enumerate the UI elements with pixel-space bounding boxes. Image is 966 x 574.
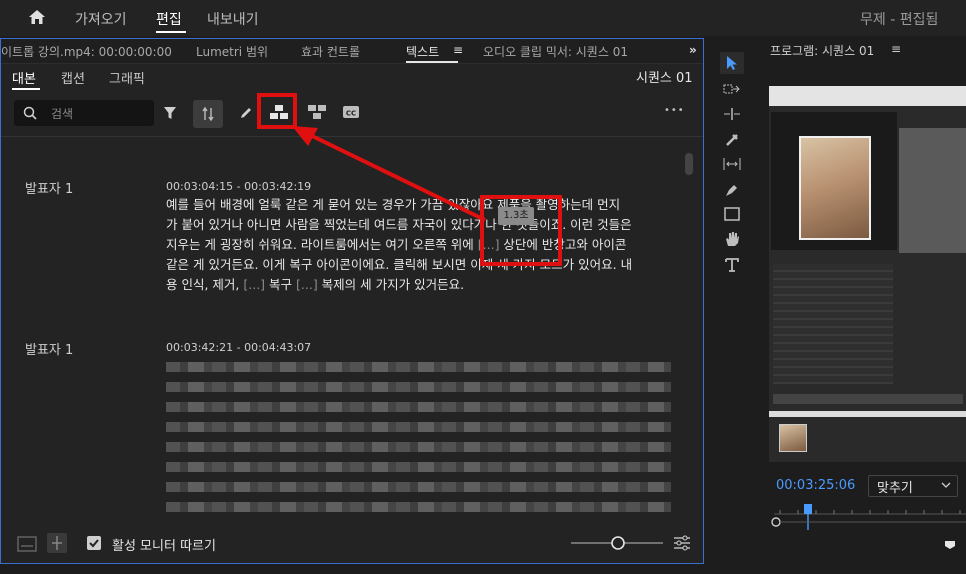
subtab-captions[interactable]: 캡션 [61,68,85,87]
transcript-line: 지우는 게 굉장히 쉬워요. 라이트룸에서는 여기 오른쪽 위에 [...] 상… [166,237,627,252]
hand-icon[interactable] [724,231,740,247]
program-monitor: 프로그램: 시퀀스 01 ≡ 00:03:25:06 맞추기 [764,38,966,564]
rectangle-icon[interactable] [724,207,740,221]
sequence-name: 시퀀스 01 [636,71,693,86]
panel-footer: 활성 모니터 따르기 [1,525,703,563]
tab-source[interactable]: 이트롭 강의.mp4: 00:00:00:00 [1,43,172,60]
subtab-graphics[interactable]: 그래픽 [109,68,145,87]
pause-marker[interactable]: [...] [243,277,265,292]
active-tab-indicator [406,61,458,63]
type-tool-icon[interactable] [724,257,740,273]
filter-icon[interactable] [163,106,177,120]
search-input[interactable]: 검색 [14,100,154,126]
track-select-icon[interactable] [723,83,741,95]
pen-icon[interactable] [724,182,740,198]
top-menu-bar: 가져오기 편집 내보내기 무제 - 편집됨 [0,0,966,36]
transcript-line: 같은 게 있거든요. 이게 복구 아이콘이에요. 클릭해 보시면 이제 세 가지… [166,257,633,272]
panel-tab-row: 이트롭 강의.mp4: 00:00:00:00 Lumetri 범위 효과 컨트… [1,39,703,64]
subtab-transcript[interactable]: 대본 [12,68,36,87]
video-window-titlebar [769,86,966,106]
svg-text:CC: CC [346,110,356,118]
vertical-scrollbar[interactable] [685,153,693,175]
speaker-label[interactable]: 발표자 1 [25,339,73,358]
razor-icon[interactable] [724,132,740,148]
more-options-icon[interactable]: ••• [664,105,685,116]
text-panel: 이트롭 강의.mp4: 00:00:00:00 Lumetri 범위 효과 컨트… [0,38,704,564]
search-placeholder: 검색 [51,107,74,121]
chevron-down-icon [941,482,951,488]
program-monitor-title: 프로그램: 시퀀스 01 [770,44,875,58]
tab-audio-mixer[interactable]: 오디오 클립 믹서: 시퀀스 01 [483,43,628,60]
project-title: 무제 - 편집됨 [860,12,939,28]
active-subtab-indicator [12,88,40,90]
tab-text[interactable]: 텍스트 [406,43,439,60]
search-icon [23,106,37,120]
nav-import[interactable]: 가져오기 [75,9,127,29]
sync-scroll-icon [202,107,214,121]
tab-effect-controls[interactable]: 효과 컨트롤 [301,43,360,60]
active-nav-indicator [156,31,186,33]
caption-track-icon[interactable] [17,535,37,553]
create-captions-icon[interactable]: CC [342,105,360,119]
transcript-options-icon[interactable] [47,533,67,553]
ripple-edit-icon[interactable] [723,107,741,121]
program-video-frame[interactable] [769,86,966,462]
video-content [769,106,966,462]
follow-monitor-checkbox[interactable] [87,536,101,550]
speaker-label[interactable]: 발표자 1 [25,178,73,197]
marker-icon[interactable] [944,540,956,550]
selection-tool[interactable] [720,52,744,74]
home-icon[interactable] [28,9,46,25]
follow-monitor-label[interactable]: 활성 모니터 따르기 [112,535,216,554]
zoom-fit-dropdown[interactable]: 맞추기 [868,475,958,497]
program-menu-icon[interactable]: ≡ [891,42,901,56]
edit-pencil-icon[interactable] [239,106,253,120]
annotation-arrow [292,126,486,222]
tab-lumetri-scopes[interactable]: Lumetri 범위 [196,43,268,60]
pause-duration-tooltip: 1.3초 [498,207,534,225]
playhead-timecode[interactable]: 00:03:25:06 [776,478,855,493]
transcript-line: 용 인식, 제거, [...] 복구 [...] 복제의 세 가지가 있거든요. [166,277,465,292]
selection-arrow-icon [727,56,737,70]
nav-export[interactable]: 내보내기 [207,9,259,29]
settings-sliders-icon[interactable] [673,535,691,551]
tab-menu-icon[interactable]: ≡ [453,43,463,57]
pause-marker[interactable]: [...] [296,277,318,292]
program-time-ruler[interactable] [770,502,966,530]
segment-timestamp: 00:03:42:21 - 00:04:43:07 [166,341,312,354]
slip-icon[interactable] [722,157,742,171]
zoom-fit-value: 맞추기 [877,481,913,496]
text-size-slider[interactable] [571,533,671,553]
blurred-transcript [166,359,681,512]
tab-overflow-icon[interactable]: » [689,43,697,57]
nav-edit[interactable]: 편집 [156,9,182,29]
sync-button[interactable] [193,100,223,128]
tools-panel [714,38,750,564]
